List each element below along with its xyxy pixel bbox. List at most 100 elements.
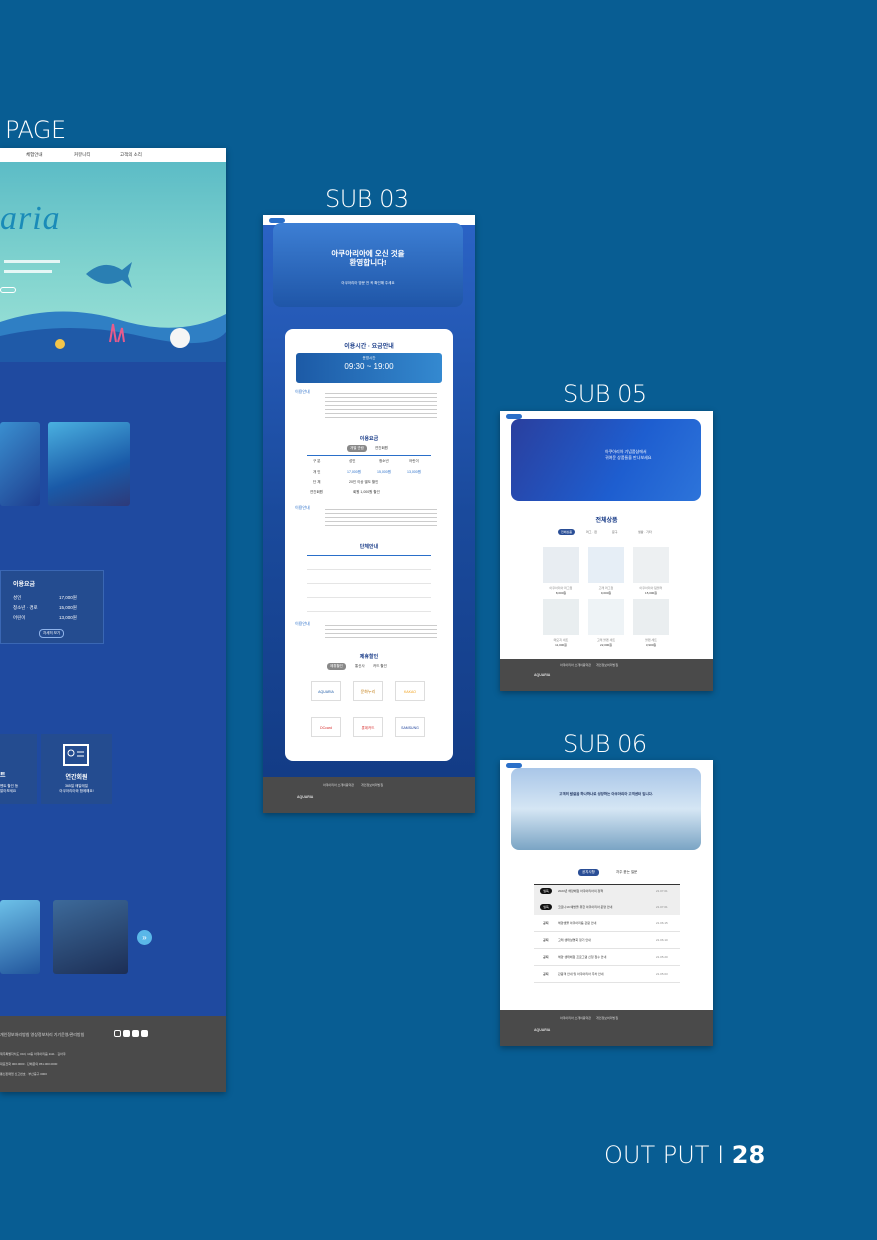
partner-logo[interactable]: 롯데카드 bbox=[353, 717, 383, 737]
footer-link[interactable]: 이용약관 bbox=[580, 1016, 591, 1020]
footer-logo[interactable]: AQUARIA bbox=[297, 795, 313, 799]
tab-faq[interactable]: 자주 묻는 질문 bbox=[616, 870, 637, 875]
product-price: 15,000원 bbox=[645, 591, 657, 595]
membership-tile[interactable]: 연간회원 365일 매일매일 아쿠아리아와 함께해요! bbox=[41, 734, 112, 804]
main-photo-diver[interactable] bbox=[0, 422, 40, 506]
board-row-date: 21.07.01 bbox=[656, 889, 668, 893]
membership-tile-title: 연간회원 bbox=[65, 775, 88, 781]
footer-address: 제주특별자치도 00시 10층 아쿠아리움 1111 · 김아쿠 bbox=[0, 1052, 66, 1056]
product-image[interactable] bbox=[543, 599, 579, 635]
sub06-label: SUB 06 bbox=[563, 730, 647, 758]
tab-card[interactable]: 카드 할인 bbox=[373, 664, 387, 669]
partner-logo[interactable]: SAMSUNG bbox=[395, 717, 425, 737]
row-tag: 필독 bbox=[540, 888, 552, 894]
instagram-icon[interactable] bbox=[114, 1030, 121, 1037]
tab-individual[interactable]: 개별 관람 bbox=[347, 445, 367, 452]
main-page-preview: 체험안내 커뮤니티 고객의 소리 aria 이용요금 성인 17,000원 청소… bbox=[0, 148, 226, 1092]
tab-etc[interactable]: 생활 · 기타 bbox=[638, 530, 652, 534]
facebook-icon[interactable] bbox=[132, 1030, 139, 1037]
tab-partner[interactable]: 제휴할인 bbox=[327, 663, 346, 670]
footer-link[interactable]: 개인정보처리방침 bbox=[361, 783, 383, 787]
fee-col-header: 청소년 bbox=[379, 459, 389, 463]
logo-pill[interactable] bbox=[269, 217, 285, 223]
sub05-hero: 아쿠아리아 기념품샵에서 귀여운 상품들을 만나보세요 bbox=[511, 419, 701, 501]
footer-link[interactable]: 개인정보처리방침 bbox=[596, 663, 618, 667]
membership-tile-text: 365일 매일매일 아쿠아리아와 함께해요! bbox=[59, 784, 94, 793]
tab-all-products[interactable]: 전체상품 bbox=[558, 529, 576, 535]
output-label: OUT PUT I 28 bbox=[604, 1141, 766, 1169]
fee-cell: 연간회원 bbox=[310, 490, 323, 494]
row-tag: 공지 bbox=[543, 955, 549, 959]
product-price: 22,000원 bbox=[600, 643, 612, 647]
footer-link[interactable]: 이용약관 bbox=[580, 663, 591, 667]
group-heading: 단체안내 bbox=[359, 544, 379, 550]
fee-col-header: 어린이 bbox=[409, 459, 419, 463]
fee-cell: 개 인 bbox=[313, 470, 321, 474]
main-nav-1[interactable]: 체험안내 bbox=[26, 152, 43, 158]
sub06-preview: 고객의 발걸음 하나하나로 성장하는 아쿠아리아 고객센터 입니다. 공지사항 … bbox=[500, 760, 713, 1046]
board-row-title[interactable]: 해양생물 아쿠아리움 관람 안내 bbox=[558, 921, 596, 925]
fee-table: 구 분 성인 청소년 어린이 개 인 17,000원 15,000원 13,00… bbox=[307, 455, 431, 495]
row-tag: 필독 bbox=[540, 904, 552, 910]
notice-label: 이용안내 bbox=[295, 621, 310, 626]
twitter-icon[interactable] bbox=[123, 1030, 130, 1037]
hours-banner: 운영시간 09:30 ~ 19:00 bbox=[296, 353, 442, 383]
fee-heading: 이용요금 bbox=[359, 436, 379, 442]
row-tag: 공지 bbox=[543, 972, 549, 976]
product-name: 아쿠아리아 머그컵 bbox=[549, 586, 573, 590]
board-row-title[interactable]: 코로나19 예방을 위한 아쿠아리아 운영 안내 bbox=[558, 905, 612, 909]
row-tag: 공지 bbox=[543, 921, 549, 925]
social-icons[interactable] bbox=[114, 1030, 148, 1037]
tab-notice[interactable]: 공지사항 bbox=[578, 869, 599, 876]
next-arrow-icon[interactable]: » bbox=[137, 930, 152, 945]
partner-heading: 제휴할인 bbox=[359, 654, 379, 660]
board-row-title[interactable]: 관람객 안내 및 아쿠아리아 주차 안내 bbox=[558, 972, 604, 976]
sub03-label: SUB 03 bbox=[325, 185, 409, 213]
main-nav-3[interactable]: 고객의 소리 bbox=[120, 152, 142, 158]
event-tile[interactable]: 트 벤트 할인 등 알아보세요 bbox=[0, 734, 37, 804]
main-footer: 개인정보처리방침 영상정보처리 기기운영/관리방침 제주특별자치도 00시 10… bbox=[0, 1016, 226, 1092]
main-photo-aquarium[interactable] bbox=[48, 422, 130, 506]
coral-illustration bbox=[0, 311, 226, 362]
product-image[interactable] bbox=[543, 547, 579, 583]
board-row-title[interactable]: 해양 생태체험 프로그램 신청 접수 안내 bbox=[558, 955, 606, 959]
product-image[interactable] bbox=[588, 547, 624, 583]
main-nav-2[interactable]: 커뮤니티 bbox=[74, 152, 91, 158]
tab-stationery[interactable]: 문구 bbox=[612, 530, 618, 534]
fee-card-title: 이용요금 bbox=[13, 582, 36, 588]
product-name: 고래 볼펜 세트 bbox=[596, 638, 616, 642]
sub03-hero-title: 아쿠아리아에 오신 것을 환영합니다! bbox=[331, 249, 405, 267]
youtube-icon[interactable] bbox=[141, 1030, 148, 1037]
fee-row-label: 청소년 · 경로 bbox=[13, 605, 38, 610]
product-image[interactable] bbox=[588, 599, 624, 635]
product-name: 고래 머그컵 bbox=[598, 586, 614, 590]
main-video-thumb-2[interactable] bbox=[53, 900, 128, 974]
partner-logo[interactable]: DCcard bbox=[311, 717, 341, 737]
partner-logo[interactable]: 문화누리 bbox=[353, 681, 383, 701]
tab-telecom[interactable]: 통신사 bbox=[355, 664, 365, 669]
partner-logo[interactable]: AQUARIA bbox=[311, 681, 341, 701]
footer-link[interactable]: 아쿠아리아 소개 bbox=[560, 1016, 580, 1020]
main-footer-links[interactable]: 개인정보처리방침 영상정보처리 기기운영/관리방침 bbox=[0, 1032, 84, 1038]
main-video-thumb-1[interactable] bbox=[0, 900, 40, 974]
main-hero: aria bbox=[0, 162, 226, 362]
footer-link[interactable]: 아쿠아리아 소개 bbox=[323, 783, 343, 787]
fee-detail-button[interactable]: 자세히 보기 bbox=[39, 629, 65, 638]
tab-mug[interactable]: 머그 · 컵 bbox=[586, 530, 597, 534]
board-row-title[interactable]: 고래 생태설명회 정기 안내 bbox=[558, 938, 591, 942]
tab-annual[interactable]: 연간회원 bbox=[375, 446, 388, 451]
footer-link[interactable]: 아쿠아리아 소개 bbox=[560, 663, 580, 667]
fee-row-label: 어린이 bbox=[13, 615, 26, 620]
fee-col-header: 구 분 bbox=[313, 459, 321, 463]
board-row-title[interactable]: 2023년 해양체험 아쿠아리아의 정책 bbox=[558, 889, 603, 893]
board-row-date: 21.06.10 bbox=[656, 938, 668, 942]
product-image[interactable] bbox=[633, 547, 669, 583]
logo-pill[interactable] bbox=[506, 762, 522, 768]
footer-link[interactable]: 개인정보처리방침 bbox=[596, 1016, 618, 1020]
footer-logo[interactable]: AQUARIA bbox=[534, 1028, 550, 1032]
footer-link[interactable]: 이용약관 bbox=[343, 783, 354, 787]
product-image[interactable] bbox=[633, 599, 669, 635]
logo-pill[interactable] bbox=[506, 413, 522, 419]
footer-logo[interactable]: AQUARIA bbox=[534, 673, 550, 677]
partner-logo[interactable]: KAKAO bbox=[395, 681, 425, 701]
